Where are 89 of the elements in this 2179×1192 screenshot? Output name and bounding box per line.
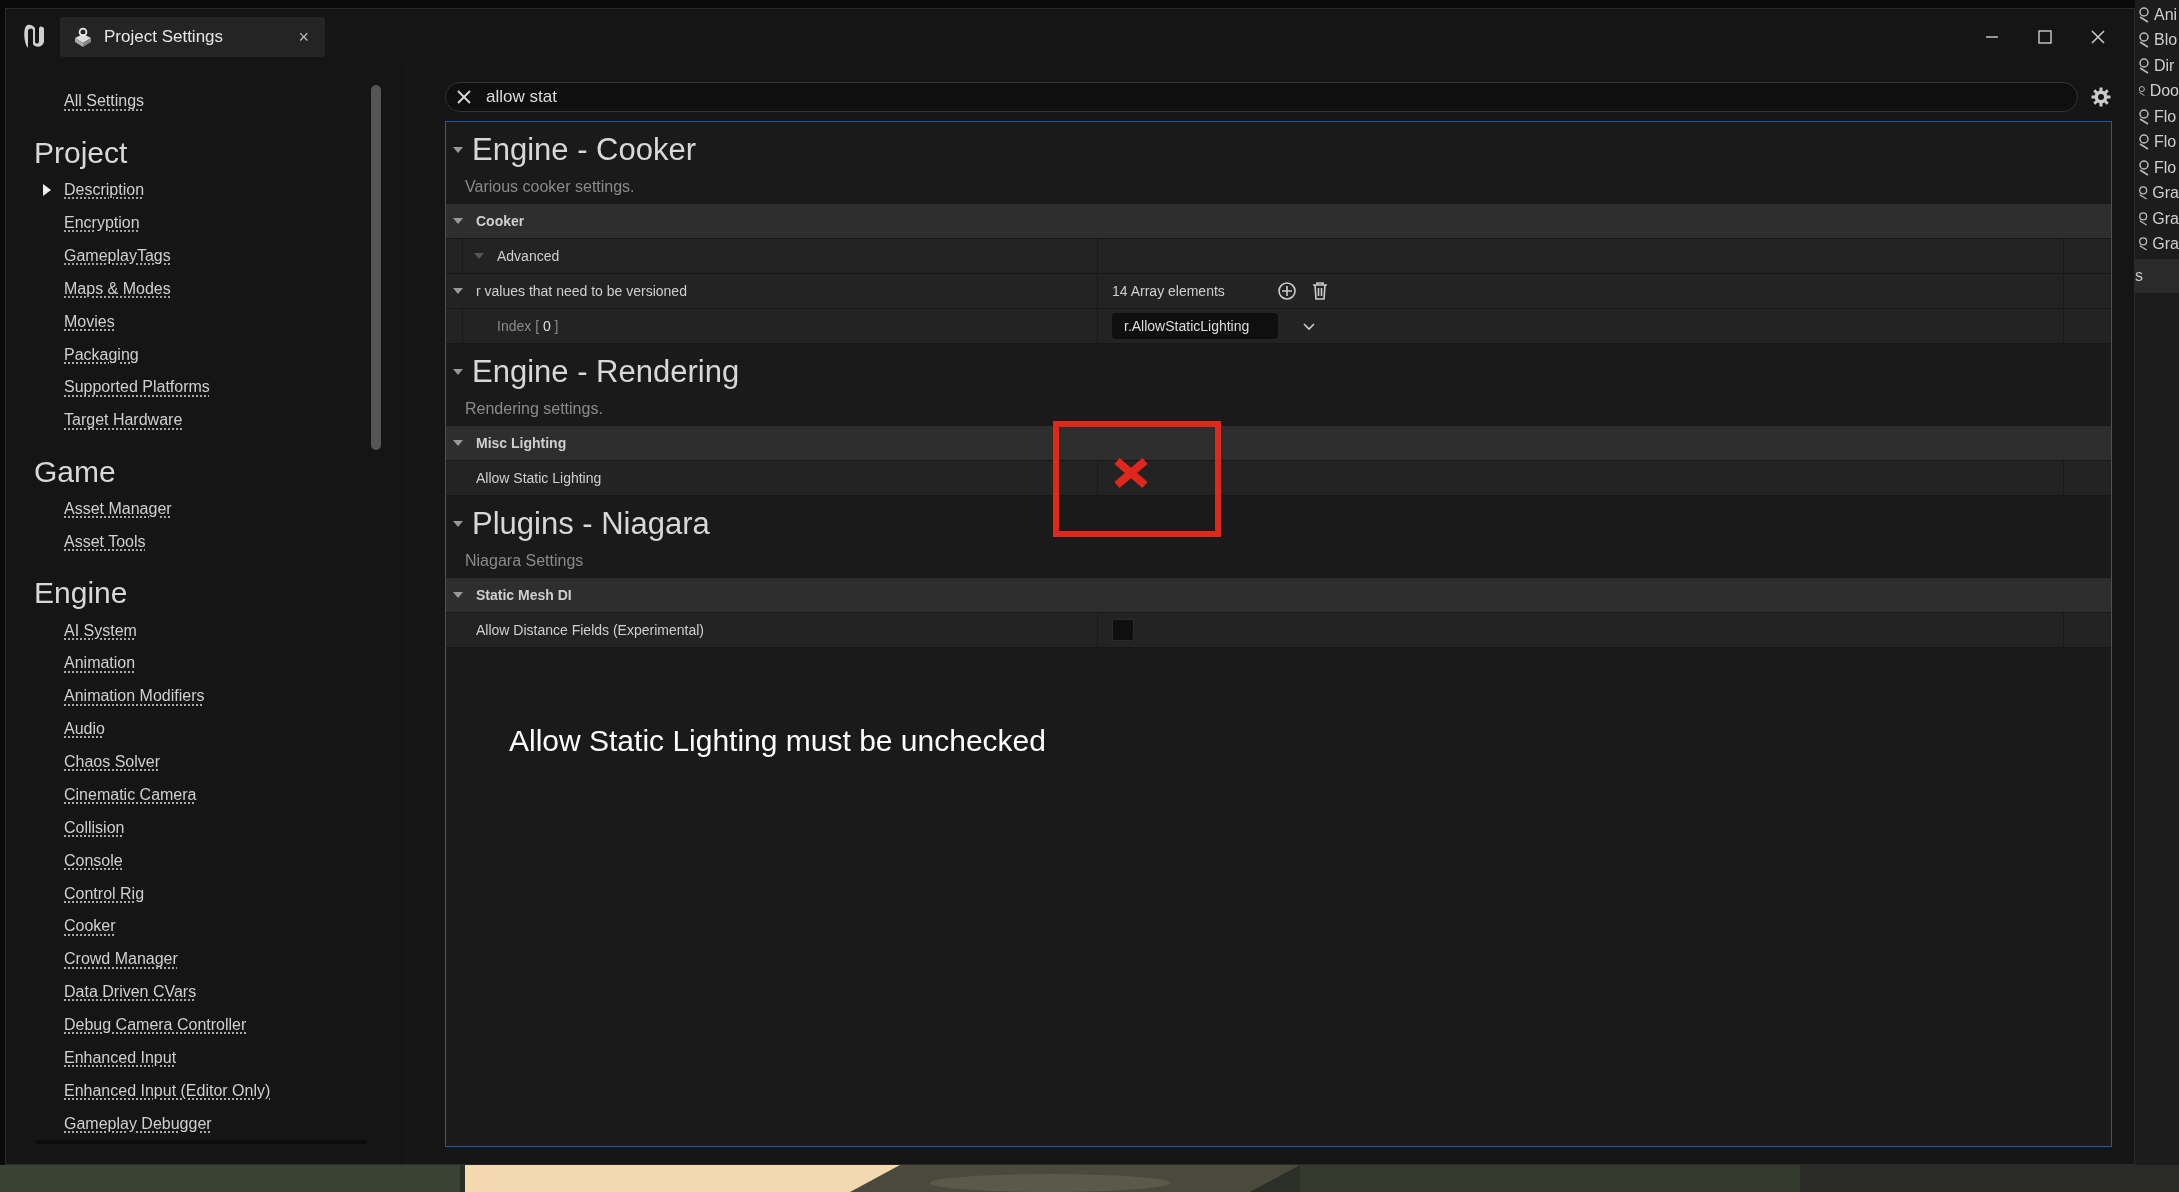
sidebar-link[interactable]: AI System bbox=[64, 621, 137, 640]
property-label: Index [ 0 ] bbox=[496, 318, 559, 334]
actor-icon bbox=[2138, 6, 2150, 23]
outliner-item[interactable]: Gra bbox=[2152, 235, 2179, 254]
annotation-text: Allow Static Lighting must be unchecked bbox=[508, 723, 1047, 758]
outliner-footer: s bbox=[2135, 259, 2179, 293]
collapse-arrow-icon[interactable] bbox=[452, 216, 464, 226]
collapse-arrow-icon[interactable] bbox=[452, 286, 464, 296]
sidebar-link[interactable]: Packaging bbox=[64, 345, 139, 364]
settings-icon[interactable] bbox=[2090, 86, 2112, 108]
sidebar-link[interactable]: Collision bbox=[64, 818, 125, 837]
section-heading: Game bbox=[33, 453, 117, 490]
actor-icon bbox=[2138, 32, 2150, 49]
actor-icon bbox=[2138, 108, 2150, 125]
sidebar-link[interactable]: Gameplay Debugger bbox=[64, 1114, 212, 1133]
sidebar-link[interactable]: Data Driven CVars bbox=[64, 983, 197, 1002]
sidebar-link[interactable]: Enhanced Input (Editor Only) bbox=[64, 1081, 271, 1100]
expand-arrow-icon[interactable] bbox=[42, 184, 52, 197]
category-title: Plugins - Niagara bbox=[472, 506, 710, 542]
maximize-icon[interactable] bbox=[2037, 29, 2053, 45]
outliner-item[interactable]: Dir bbox=[2154, 56, 2175, 75]
actor-icon bbox=[2138, 236, 2149, 253]
sidebar-link[interactable]: Animation Modifiers bbox=[64, 687, 205, 706]
sidebar-link[interactable]: Audio bbox=[64, 720, 105, 739]
group-label: Misc Lighting bbox=[476, 435, 567, 451]
sidebar-link[interactable]: Supported Platforms bbox=[64, 378, 210, 397]
actor-icon bbox=[2138, 134, 2150, 151]
outliner-item[interactable]: Blo bbox=[2154, 31, 2178, 50]
sidebar-link[interactable]: GameplayTags bbox=[64, 246, 171, 265]
outliner-item[interactable]: Gra bbox=[2152, 209, 2179, 228]
sidebar-link[interactable]: Asset Tools bbox=[64, 532, 146, 551]
sidebar-link[interactable]: Chaos Solver bbox=[64, 753, 161, 771]
sidebar-link[interactable]: Enhanced Input bbox=[64, 1048, 177, 1067]
sidebar-link[interactable]: Asset Manager bbox=[64, 499, 172, 518]
tab-title: Project Settings bbox=[104, 27, 225, 47]
outliner-item[interactable]: Gra bbox=[2152, 184, 2179, 203]
sidebar-link[interactable]: All Settings bbox=[64, 92, 145, 111]
scrollbar[interactable] bbox=[371, 85, 381, 450]
trash-icon[interactable] bbox=[1310, 281, 1329, 301]
collapse-arrow-icon[interactable] bbox=[452, 145, 464, 155]
sidebar-link[interactable]: Crowd Manager bbox=[64, 950, 178, 969]
outliner-item[interactable]: Flo bbox=[2154, 107, 2177, 126]
settings-cube-icon bbox=[72, 26, 94, 48]
property-label: Allow Distance Fields (Experimental) bbox=[475, 622, 704, 638]
collapse-arrow-icon[interactable] bbox=[452, 519, 464, 529]
section-heading: Project bbox=[33, 134, 129, 171]
collapse-arrow-icon[interactable] bbox=[452, 367, 464, 377]
outliner-item[interactable]: Doo bbox=[2149, 82, 2179, 101]
actor-icon bbox=[2138, 159, 2150, 176]
clear-icon[interactable] bbox=[456, 89, 472, 105]
add-icon[interactable] bbox=[1276, 281, 1297, 301]
collapse-arrow-icon[interactable] bbox=[452, 590, 464, 600]
outliner-item[interactable]: Ani bbox=[2154, 5, 2178, 24]
value-dropdown[interactable]: r.AllowStaticLighting bbox=[1112, 313, 1278, 339]
subgroup-label: Advanced bbox=[497, 248, 560, 264]
sidebar-link[interactable]: Control Rig bbox=[64, 884, 145, 903]
actor-icon bbox=[2138, 185, 2149, 202]
category-description: Rendering settings. bbox=[464, 399, 604, 419]
group-label: Cooker bbox=[476, 213, 525, 229]
outliner-item[interactable]: Flo bbox=[2154, 133, 2177, 152]
actor-icon bbox=[2138, 57, 2150, 74]
tab-close-button[interactable]: × bbox=[294, 26, 313, 48]
outliner-item[interactable]: Flo bbox=[2154, 158, 2177, 177]
sidebar-link[interactable]: Maps & Modes bbox=[64, 279, 171, 298]
category-title: Engine - Cooker bbox=[472, 132, 696, 168]
category-title: Engine - Rendering bbox=[472, 354, 740, 390]
checkbox[interactable] bbox=[1112, 619, 1134, 641]
close-icon[interactable] bbox=[2090, 29, 2106, 45]
sidebar-link[interactable]: Cooker bbox=[64, 917, 116, 936]
sidebar-link[interactable]: Movies bbox=[64, 312, 115, 331]
sidebar-link[interactable]: Encryption bbox=[64, 214, 140, 232]
sidebar-link[interactable]: Cinematic Camera bbox=[64, 785, 197, 804]
property-label: r values that need to be versioned bbox=[476, 283, 687, 299]
sidebar-link[interactable]: Animation bbox=[64, 654, 136, 673]
actor-icon bbox=[2138, 210, 2149, 227]
category-description: Niagara Settings bbox=[464, 551, 585, 571]
sidebar-link[interactable]: Description bbox=[64, 181, 145, 200]
cross-icon bbox=[1113, 457, 1149, 489]
category-description: Various cooker settings. bbox=[464, 177, 636, 197]
sidebar-link[interactable]: Target Hardware bbox=[64, 411, 183, 430]
collapse-arrow-icon[interactable] bbox=[452, 438, 464, 448]
property-label: Allow Static Lighting bbox=[475, 470, 602, 486]
array-count: 14 Array elements bbox=[1112, 283, 1225, 299]
window-tab[interactable]: Project Settings × bbox=[60, 17, 325, 57]
sidebar-link[interactable]: Debug Camera Controller bbox=[64, 1016, 247, 1034]
section-heading: Engine bbox=[33, 575, 129, 612]
search-field[interactable]: allow stat bbox=[445, 82, 2078, 112]
sidebar-link[interactable]: Console bbox=[64, 851, 123, 870]
group-label: Static Mesh DI bbox=[476, 587, 572, 603]
